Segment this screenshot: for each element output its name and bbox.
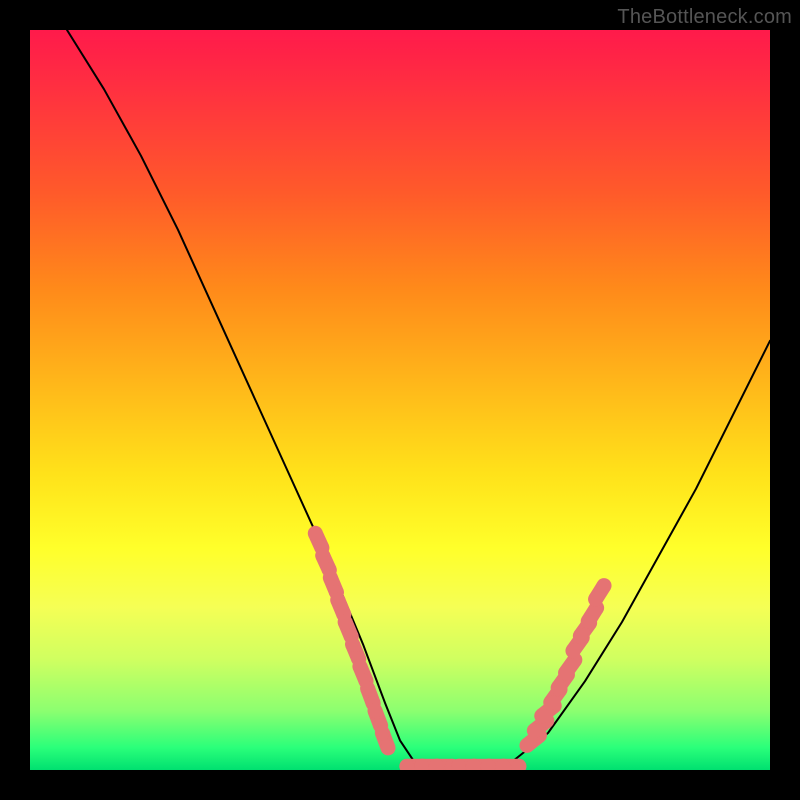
marker-group <box>305 523 614 770</box>
marker <box>496 759 527 770</box>
curve-overlay <box>30 30 770 770</box>
chart-frame: TheBottleneck.com <box>0 0 800 800</box>
marker <box>373 723 398 757</box>
plot-area <box>30 30 770 770</box>
marker <box>585 575 614 609</box>
bottleneck-curve <box>67 30 770 770</box>
watermark-text: TheBottleneck.com <box>617 6 792 29</box>
